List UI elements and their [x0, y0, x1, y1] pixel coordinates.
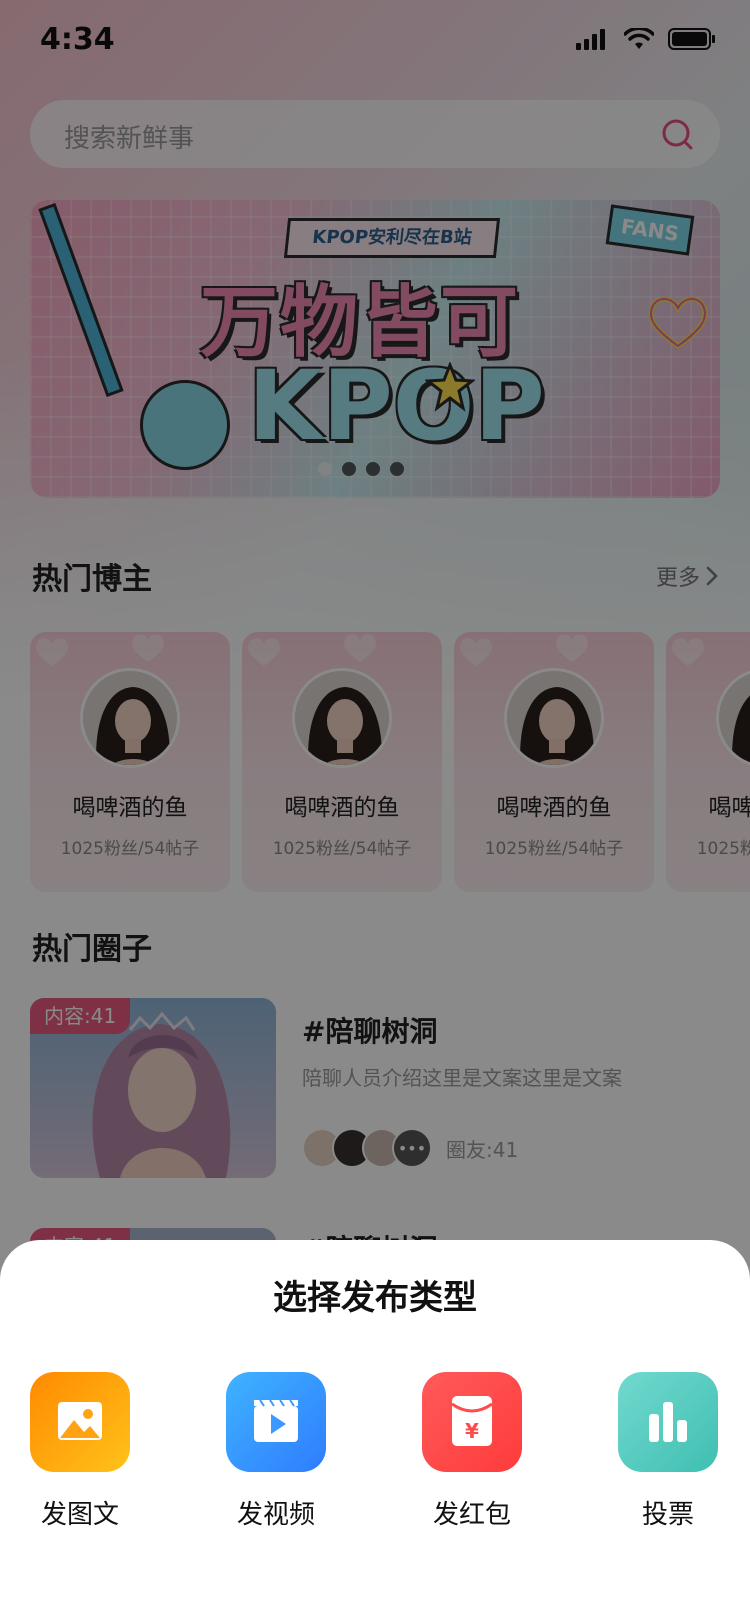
image-icon [30, 1372, 130, 1472]
publish-options: 发图文 发视频 ¥ 发红包 投票 [0, 1372, 750, 1572]
svg-text:¥: ¥ [465, 1419, 479, 1443]
publish-red-envelope-button[interactable]: ¥ 发红包 [402, 1372, 542, 1532]
publish-vote-button[interactable]: 投票 [598, 1372, 738, 1532]
option-label: 发图文 [40, 1500, 119, 1530]
red-envelope-icon: ¥ [422, 1372, 522, 1472]
publish-image-text-button[interactable]: 发图文 [10, 1372, 150, 1532]
option-label: 发视频 [236, 1500, 315, 1530]
publish-video-button[interactable]: 发视频 [206, 1372, 346, 1532]
publish-type-sheet: 选择发布类型 发图文 发视频 ¥ 发红包 投票 [0, 1240, 750, 1624]
vote-chart-icon [618, 1372, 718, 1472]
option-label: 发红包 [432, 1500, 511, 1530]
option-label: 投票 [641, 1500, 694, 1530]
video-icon [226, 1372, 326, 1472]
sheet-title: 选择发布类型 [273, 1278, 477, 1318]
